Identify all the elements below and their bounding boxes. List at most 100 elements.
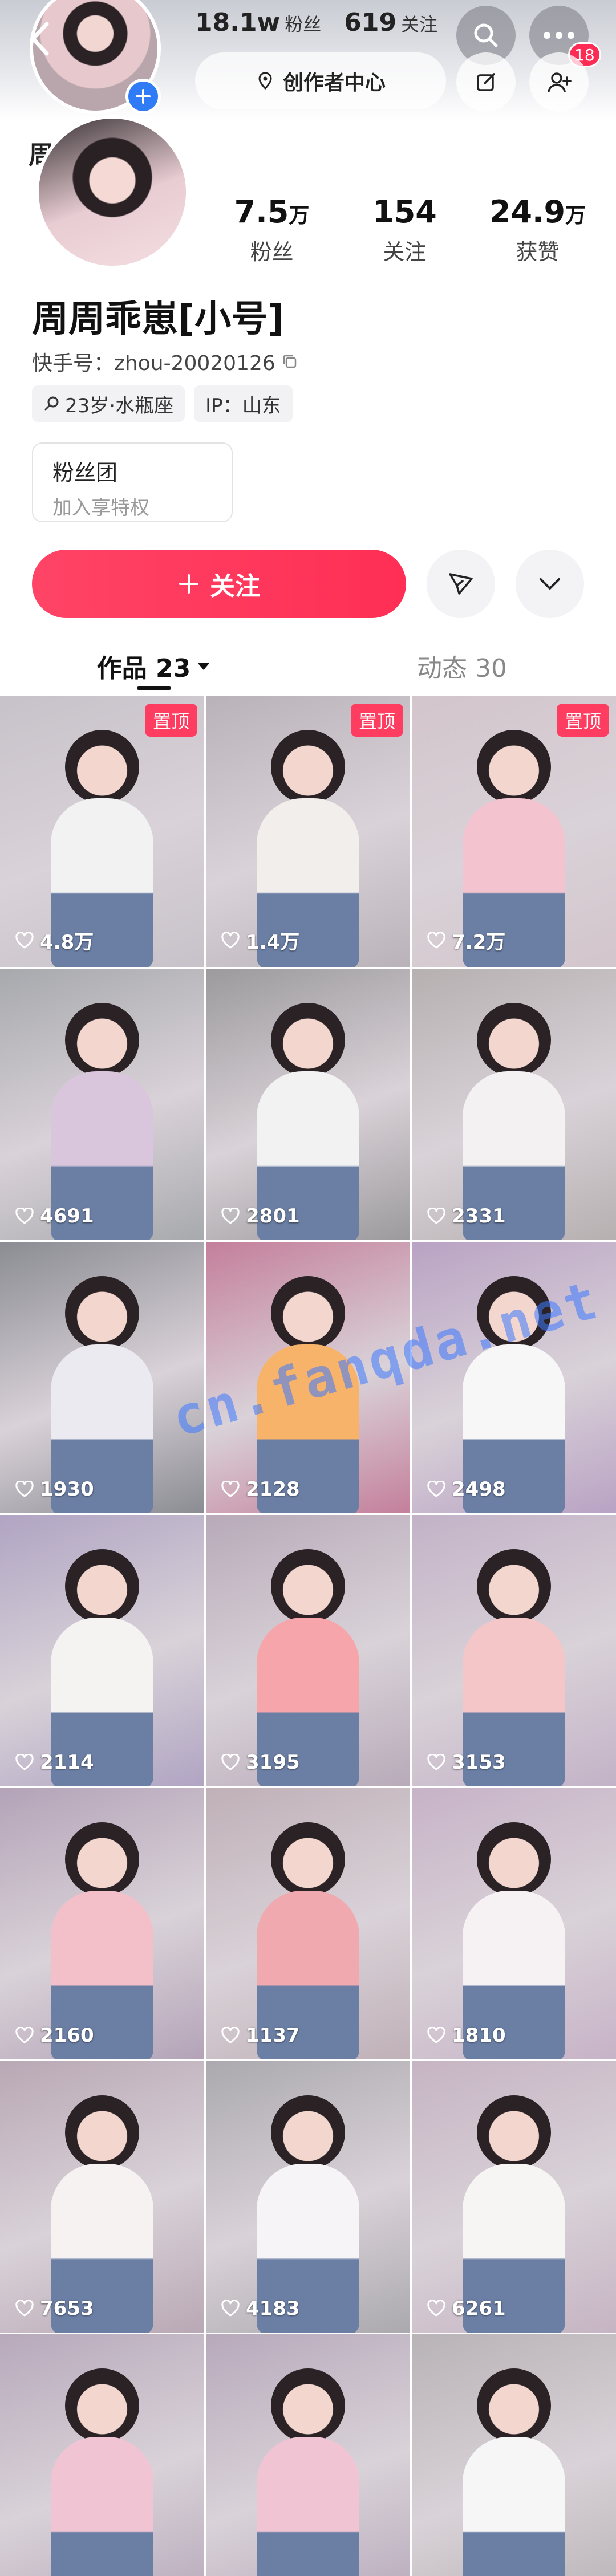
profile-name: 周周乖崽[小号]	[32, 298, 285, 340]
video-likes-count: 2114	[40, 1751, 94, 1774]
video-likes: 2114	[15, 1751, 94, 1774]
send-icon	[449, 573, 473, 595]
video-thumbnail[interactable]: 3153	[412, 1515, 616, 1786]
video-likes: 2498	[427, 1478, 506, 1501]
plus-icon	[179, 574, 198, 594]
video-thumbnail[interactable]: 1137	[206, 1788, 410, 2059]
video-likes: 4.8万	[15, 927, 94, 954]
chevron-left-icon	[31, 22, 49, 56]
thumbnail-person-head	[477, 1549, 551, 1623]
thumbnail-person-head	[271, 2095, 345, 2169]
video-likes-count: 7653	[40, 2297, 94, 2320]
video-thumbnail[interactable]: 7653	[0, 2061, 204, 2333]
thumbnail-person-body	[463, 2437, 565, 2576]
video-thumbnail[interactable]: 置顶 4.8万	[0, 696, 204, 967]
expand-button[interactable]	[516, 550, 584, 618]
thumbnail-person-head	[477, 2095, 551, 2169]
video-thumbnail[interactable]	[206, 2334, 410, 2576]
edit-button[interactable]	[456, 52, 516, 112]
video-likes-count: 7.2万	[452, 931, 506, 954]
video-thumbnail[interactable]: 6261	[412, 2061, 616, 2333]
stat-following[interactable]: 154 关注	[338, 194, 471, 266]
video-likes: 2331	[427, 1205, 506, 1228]
tab-moments[interactable]: 动态 30	[308, 637, 616, 694]
back-button[interactable]	[23, 16, 57, 62]
thumbnail-person-head	[65, 1003, 139, 1077]
thumbnail-person-head	[271, 2368, 345, 2443]
stat-value: 154	[372, 194, 437, 230]
add-friend-button[interactable]	[529, 52, 589, 112]
copy-icon[interactable]	[281, 353, 298, 370]
content-tabs: 作品 23 动态 30	[0, 637, 616, 694]
send-message-button[interactable]	[427, 550, 495, 618]
video-thumbnail[interactable]: 置顶 7.2万	[412, 696, 616, 967]
video-likes: 2128	[221, 1478, 300, 1501]
location-pin-icon	[258, 72, 272, 90]
header-followers[interactable]: 18.1w 粉丝	[195, 8, 321, 37]
pinned-badge: 置顶	[144, 704, 197, 737]
video-thumbnail[interactable]: 2331	[412, 969, 616, 1240]
header-followers-count: 18.1w	[195, 8, 281, 37]
heart-icon	[427, 1481, 445, 1497]
thumbnail-person-head	[65, 1822, 139, 1896]
video-likes-count: 2128	[246, 1478, 300, 1501]
heart-icon	[15, 1754, 34, 1770]
stat-value: 7.5万	[234, 194, 310, 230]
thumbnail-person-head	[271, 1003, 345, 1077]
thumbnail-person-body	[51, 2437, 153, 2576]
stat-value: 24.9万	[489, 194, 586, 230]
heart-icon	[427, 2027, 445, 2043]
thumbnail-person-head	[65, 1549, 139, 1623]
heart-icon	[15, 1208, 34, 1224]
heart-icon	[221, 2027, 240, 2043]
add-avatar-button[interactable]	[125, 79, 161, 114]
video-thumbnail[interactable]: 2801	[206, 969, 410, 1240]
profile-tags: 23岁·水瓶座 IP：山东	[32, 385, 293, 422]
video-thumbnail[interactable]: 2114	[0, 1515, 204, 1786]
heart-icon	[15, 2300, 34, 2317]
thumbnail-person-head	[477, 1003, 551, 1077]
video-likes: 6261	[427, 2297, 506, 2320]
caret-down-icon	[197, 663, 210, 670]
creator-center-button[interactable]: 创作者中心	[195, 52, 446, 109]
video-thumbnail[interactable]: 2160	[0, 1788, 204, 2059]
video-thumbnail[interactable]: 置顶 1.4万	[206, 696, 410, 967]
heart-icon	[15, 1481, 34, 1497]
video-likes-count: 1137	[246, 2024, 300, 2047]
video-thumbnail[interactable]: 1930	[0, 1242, 204, 1513]
video-thumbnail[interactable]	[412, 2334, 616, 2576]
age-tag-text: 23岁·水瓶座	[65, 394, 174, 417]
heart-icon	[427, 1754, 445, 1770]
video-likes-count: 1.4万	[246, 931, 300, 954]
video-thumbnail[interactable]: 4691	[0, 969, 204, 1240]
stat-followers[interactable]: 7.5万 粉丝	[205, 194, 338, 266]
follow-button[interactable]: 关注	[32, 550, 406, 618]
profile-avatar[interactable]	[35, 115, 189, 269]
video-likes-count: 2801	[246, 1205, 300, 1228]
kuaishou-id-text: 快手号：zhou-20020126	[32, 352, 275, 375]
video-thumbnail[interactable]: 3195	[206, 1515, 410, 1786]
video-likes: 3195	[221, 1751, 300, 1774]
video-likes: 4691	[15, 1205, 94, 1228]
fanclub-card[interactable]: 粉丝团 加入享特权	[32, 442, 233, 522]
video-grid: 置顶 4.8万 置顶 1.4万 置顶 7.2万 4691 2801 2331 1930 2128 24…	[0, 696, 616, 2576]
thumbnail-person-head	[477, 1822, 551, 1896]
tab-works-label: 作品 23	[96, 654, 191, 683]
stat-label: 获赞	[516, 239, 560, 265]
video-thumbnail[interactable]	[0, 2334, 204, 2576]
header-following[interactable]: 619 关注	[344, 8, 437, 37]
video-likes-count: 4183	[246, 2297, 300, 2320]
heart-icon	[221, 1208, 240, 1224]
stat-label: 关注	[383, 239, 427, 265]
edit-icon	[477, 73, 495, 91]
tab-works[interactable]: 作品 23	[0, 637, 308, 694]
video-thumbnail[interactable]: 1810	[412, 1788, 616, 2059]
video-likes-count: 3153	[452, 1751, 506, 1774]
video-thumbnail[interactable]: 4183	[206, 2061, 410, 2333]
thumbnail-person-head	[271, 1549, 345, 1623]
tab-moments-label: 动态 30	[417, 654, 507, 683]
thumbnail-person-head	[65, 730, 139, 804]
video-likes: 7.2万	[427, 927, 505, 954]
heart-icon	[221, 1754, 240, 1770]
stat-likes[interactable]: 24.9万 获赞	[471, 194, 604, 266]
